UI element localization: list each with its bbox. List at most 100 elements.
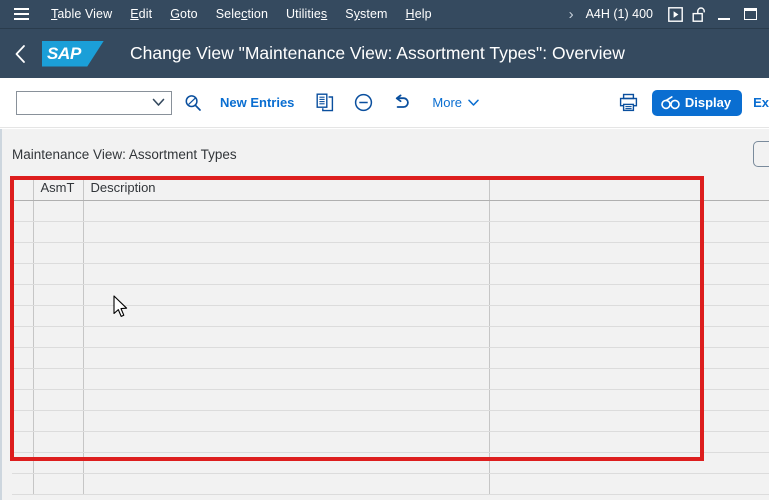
- cell-asmt[interactable]: [33, 242, 84, 264]
- table-row[interactable]: [12, 305, 769, 327]
- hamburger-menu-icon[interactable]: [8, 4, 34, 24]
- row-select-cell[interactable]: [12, 200, 34, 222]
- cell-asmt[interactable]: [33, 326, 84, 348]
- display-button[interactable]: Display: [651, 89, 743, 116]
- row-select-cell[interactable]: [12, 347, 34, 369]
- row-select-cell[interactable]: [12, 242, 34, 264]
- system-id-label: A4H (1) 400: [585, 7, 653, 21]
- row-select-cell[interactable]: [12, 473, 34, 495]
- unlocked-padlock-icon[interactable]: [687, 3, 711, 25]
- column-header-description[interactable]: Description: [83, 176, 490, 201]
- table-row[interactable]: [12, 452, 769, 474]
- cell-description[interactable]: [83, 389, 490, 411]
- row-select-cell[interactable]: [12, 263, 34, 285]
- cell-description[interactable]: [83, 200, 490, 222]
- cell-description[interactable]: [83, 242, 490, 264]
- row-select-cell[interactable]: [12, 305, 34, 327]
- more-menu-button[interactable]: More: [418, 95, 485, 110]
- cell-asmt[interactable]: [33, 410, 84, 432]
- sap-logo[interactable]: SAP: [42, 40, 104, 67]
- cell-asmt[interactable]: [33, 389, 84, 411]
- row-select-cell[interactable]: [12, 389, 34, 411]
- chevron-down-icon: [152, 98, 165, 106]
- table-row[interactable]: [12, 347, 769, 369]
- table-row[interactable]: [12, 263, 769, 285]
- menu-item-system[interactable]: System: [336, 0, 396, 28]
- new-entries-button[interactable]: New Entries: [210, 95, 304, 110]
- back-arrow-icon[interactable]: [0, 29, 40, 79]
- cell-description[interactable]: [83, 452, 490, 474]
- menu-item-goto[interactable]: Goto: [161, 0, 207, 28]
- table-row[interactable]: [12, 242, 769, 264]
- cell-description[interactable]: [83, 326, 490, 348]
- cell-asmt[interactable]: [33, 473, 84, 495]
- cell-filler: [489, 347, 769, 369]
- variant-select[interactable]: [16, 90, 172, 115]
- minus-circle-icon[interactable]: [346, 88, 380, 118]
- cell-description[interactable]: [83, 221, 490, 243]
- cell-asmt[interactable]: [33, 305, 84, 327]
- row-select-cell[interactable]: [12, 221, 34, 243]
- cell-filler: [489, 431, 769, 453]
- row-select-cell[interactable]: [12, 410, 34, 432]
- table-row[interactable]: [12, 410, 769, 432]
- table-row[interactable]: [12, 368, 769, 390]
- cell-description[interactable]: [83, 347, 490, 369]
- menu-item-utilities[interactable]: Utilities: [277, 0, 336, 28]
- cell-asmt[interactable]: [33, 284, 84, 306]
- table-row[interactable]: [12, 473, 769, 495]
- menu-item-edit[interactable]: Edit: [121, 0, 161, 28]
- row-select-cell[interactable]: [12, 284, 34, 306]
- cell-asmt[interactable]: [33, 347, 84, 369]
- table-row[interactable]: [12, 431, 769, 453]
- cell-description[interactable]: [83, 431, 490, 453]
- maximize-icon[interactable]: [737, 3, 763, 25]
- exit-button[interactable]: Ex: [742, 95, 769, 110]
- table-row[interactable]: [12, 221, 769, 243]
- row-select-cell[interactable]: [12, 326, 34, 348]
- more-menu-label: More: [432, 95, 463, 110]
- cell-description[interactable]: [83, 410, 490, 432]
- sap-logo-text: SAP: [47, 43, 82, 63]
- assortment-types-table-wrapper[interactable]: AsmT Description: [12, 176, 769, 500]
- undo-arrow-icon[interactable]: [384, 88, 418, 118]
- cell-filler: [489, 242, 769, 264]
- search-icon[interactable]: [176, 88, 210, 118]
- cell-asmt[interactable]: [33, 221, 84, 243]
- cell-asmt[interactable]: [33, 200, 84, 222]
- cell-asmt[interactable]: [33, 431, 84, 453]
- cell-description[interactable]: [83, 263, 490, 285]
- copy-entry-icon[interactable]: [308, 88, 342, 118]
- cell-description[interactable]: [83, 368, 490, 390]
- print-icon[interactable]: [612, 88, 646, 118]
- cell-asmt[interactable]: [33, 368, 84, 390]
- row-select-cell[interactable]: [12, 431, 34, 453]
- cell-asmt[interactable]: [33, 452, 84, 474]
- column-header-asmt[interactable]: AsmT: [33, 176, 84, 201]
- cell-filler: [489, 305, 769, 327]
- toolbar-right-group: Display Ex: [608, 88, 769, 118]
- menu-item-selection[interactable]: Selection: [207, 0, 277, 28]
- cell-filler: [489, 389, 769, 411]
- menu-bar-right-group: › A4H (1) 400: [565, 0, 769, 28]
- menu-item-help[interactable]: Help: [397, 0, 441, 28]
- cell-asmt[interactable]: [33, 263, 84, 285]
- row-select-cell[interactable]: [12, 368, 34, 390]
- cell-description[interactable]: [83, 284, 490, 306]
- minimize-icon[interactable]: [711, 3, 737, 25]
- table-row[interactable]: [12, 284, 769, 306]
- column-header-select[interactable]: [12, 176, 34, 201]
- row-select-cell[interactable]: [12, 452, 34, 474]
- table-header: AsmT Description: [12, 176, 769, 201]
- cell-description[interactable]: [83, 305, 490, 327]
- table-settings-button[interactable]: [753, 141, 769, 167]
- menu-item-table-view[interactable]: Table View: [42, 0, 121, 28]
- table-row[interactable]: [12, 200, 769, 222]
- table-row[interactable]: [12, 389, 769, 411]
- cell-description[interactable]: [83, 473, 490, 495]
- section-title: Maintenance View: Assortment Types: [12, 147, 237, 162]
- run-command-icon[interactable]: [663, 3, 687, 25]
- action-toolbar: New Entries More Display Ex: [0, 78, 769, 128]
- chevron-right-icon[interactable]: ›: [565, 6, 586, 23]
- table-row[interactable]: [12, 326, 769, 348]
